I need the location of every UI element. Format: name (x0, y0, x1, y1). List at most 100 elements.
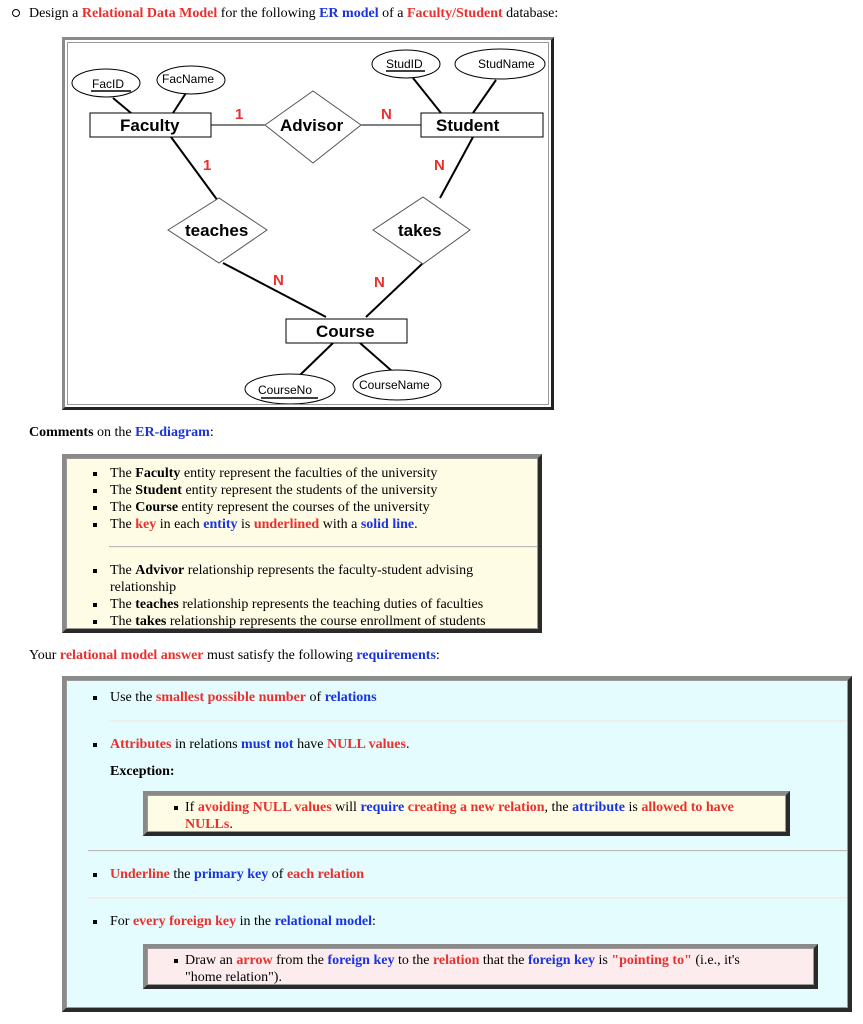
text-fragment: . (405, 737, 410, 752)
er-diagram: Faculty Student Course Advisor teaches t… (71, 48, 546, 404)
requirements-list-3: Underline the primary key of each relati… (67, 866, 847, 883)
coursename-connector (359, 342, 394, 373)
card-takes-course: N (374, 274, 385, 291)
courseno-connector (299, 342, 334, 376)
text-fragment: teaches (135, 597, 179, 612)
entity-faculty-label: Faculty (120, 116, 180, 135)
text-fragment: primary key (194, 867, 269, 882)
comments-word: Comments (29, 425, 94, 440)
text-fragment: Student (135, 483, 182, 498)
text-fragment: "pointing to" (611, 953, 692, 968)
requirement-item: Underline the primary key of each relati… (67, 866, 847, 883)
text-fragment: entity represent the courses of the univ… (178, 500, 430, 515)
text-fragment: will (331, 800, 361, 815)
card-advisor-student: N (381, 106, 392, 123)
list-item: The takes relationship represents the co… (67, 613, 537, 630)
text-fragment: foreign key (327, 953, 395, 968)
requirement-item: Attributes in relations must not have NU… (67, 736, 847, 753)
comments-text: : (209, 425, 214, 440)
text-fragment: The (110, 466, 136, 481)
text-fragment: key (135, 517, 157, 532)
requirements-heading: Your relational model answer must satisf… (29, 648, 440, 664)
text-fragment: every foreign key (132, 914, 237, 929)
text-fragment: entity represent the faculties of the un… (180, 466, 438, 481)
text-fragment: The (110, 483, 136, 498)
intro-text: of a (378, 6, 407, 21)
text-fragment: Course (135, 500, 179, 515)
text-fragment: For (110, 914, 133, 929)
text-fragment: entity (203, 517, 238, 532)
text-fragment: Underline (110, 867, 170, 882)
comments-er-diagram: ER-diagram (135, 425, 210, 440)
text-fragment: is (237, 517, 254, 532)
text-fragment: avoiding NULL values (197, 800, 332, 815)
text-fragment: with a (319, 517, 361, 532)
text-fragment: Faculty (135, 466, 181, 481)
comments-divider (109, 546, 537, 548)
text-fragment: must not (241, 737, 294, 752)
requirements-box: Use the smallest possible number of rela… (62, 676, 852, 1012)
text-fragment: that the (479, 953, 528, 968)
text-fragment: to the (394, 953, 433, 968)
requirement-item: For every foreign key in the relational … (67, 913, 847, 930)
relationship-takes-label: takes (398, 221, 441, 240)
card-faculty-advisor: 1 (235, 106, 243, 123)
text-fragment: in relations (171, 737, 242, 752)
entity-comments-list: The Faculty entity represent the faculti… (67, 465, 537, 533)
requirements-divider (88, 850, 847, 852)
attribute-coursename-label: CourseName (359, 378, 430, 392)
text-fragment: require (360, 800, 405, 815)
intro-faculty-student: Faculty/Student (406, 6, 503, 21)
text-fragment: relations (324, 690, 377, 705)
comments-box: The Faculty entity represent the faculti… (62, 454, 542, 633)
text-fragment: , the (544, 800, 573, 815)
intro-text: for the following (217, 6, 320, 21)
text-fragment: Use the (110, 690, 156, 705)
text-fragment: underlined (253, 517, 320, 532)
intro-relational-data-model: Relational Data Model (81, 6, 218, 21)
text-fragment: Attributes (110, 737, 172, 752)
text-fragment: attribute (572, 800, 625, 815)
text-fragment: relation (432, 953, 480, 968)
text-fragment: The (110, 614, 136, 629)
relationship-advisor-label: Advisor (280, 116, 344, 135)
requirements-list-4: For every foreign key in the relational … (67, 913, 847, 930)
text-fragment: each relation (286, 867, 365, 882)
exception-item: If avoiding NULL values will require cre… (148, 799, 785, 833)
text-fragment: . (229, 817, 233, 832)
text-fragment: the (169, 867, 194, 882)
text-fragment: takes (135, 614, 167, 629)
list-item: The Faculty entity represent the faculti… (67, 465, 537, 482)
text-fragment: . (414, 517, 418, 532)
text-fragment: relational model answer (59, 648, 204, 663)
attribute-courseno-label: CourseNo (258, 383, 312, 397)
requirements-list-2: Attributes in relations must not have NU… (67, 736, 847, 753)
text-fragment: of (306, 690, 325, 705)
text-fragment: is (594, 953, 612, 968)
intro-text: database: (502, 6, 559, 21)
text-fragment: foreign key (527, 953, 595, 968)
attribute-studname-label: StudName (478, 57, 535, 71)
exception-label: Exception: (110, 764, 175, 779)
text-fragment: is (625, 800, 642, 815)
requirements-divider (109, 720, 847, 722)
relationship-teaches-label: teaches (185, 221, 248, 240)
facname-connector (172, 92, 187, 114)
text-fragment: entity represent the students of the uni… (181, 483, 438, 498)
facid-connector (112, 97, 132, 114)
list-item: The teaches relationship represents the … (67, 596, 537, 613)
exception-list: If avoiding NULL values will require cre… (148, 799, 785, 833)
text-fragment: : (435, 648, 440, 663)
list-item: The Advivor relationship represents the … (67, 562, 537, 596)
text-fragment: smallest possible number (155, 690, 307, 705)
text-fragment: The (110, 597, 136, 612)
text-fragment: in the (236, 914, 275, 929)
text-fragment: Draw an (185, 953, 237, 968)
text-fragment: NULL values (327, 737, 406, 752)
intro-er-model: ER model (319, 6, 379, 21)
card-student-takes: N (434, 157, 445, 174)
requirements-list-1: Use the smallest possible number of rela… (67, 689, 847, 706)
list-item: The key in each entity is underlined wit… (67, 516, 537, 533)
studname-connector (472, 79, 497, 114)
text-fragment: of (268, 867, 287, 882)
